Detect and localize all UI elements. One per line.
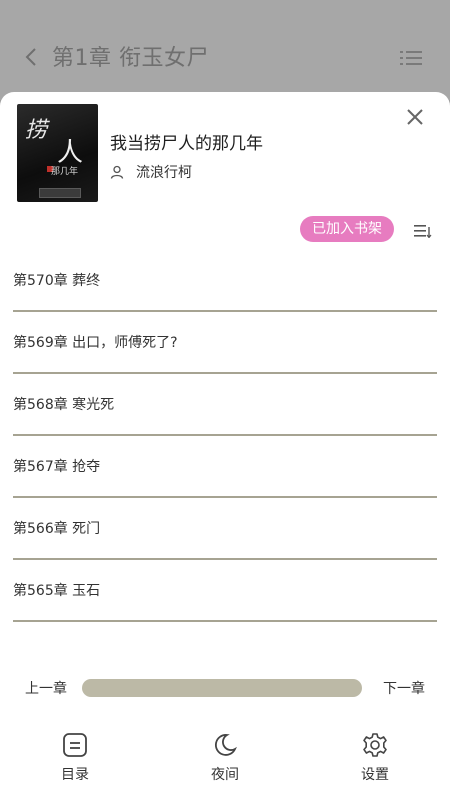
list-menu-icon[interactable] [400,48,422,68]
chapter-item[interactable]: 第569章 出口，师傅死了? [13,312,437,374]
book-title: 我当捞尸人的那几年 [110,134,263,154]
chapter-item[interactable]: 第567章 抢夺 [13,436,437,498]
nav-settings-label: 设置 [361,767,389,783]
catalog-icon [63,733,87,757]
close-icon[interactable] [406,108,424,126]
reader-top-bar: 第1章 衔玉女尸 [0,0,450,100]
chapter-progress-row: 上一章 下一章 [0,678,450,698]
chapter-item[interactable]: 第570章 葬终 [13,250,437,312]
chapter-title: 第1章 衔玉女尸 [52,46,209,71]
author-row: 流浪行柯 [110,162,192,182]
back-arrow-icon[interactable] [22,46,40,68]
bottom-nav: 目录 夜间 设置 [0,732,450,801]
next-chapter-button[interactable]: 下一章 [383,678,425,698]
author-name: 流浪行柯 [136,165,192,181]
catalog-sheet: 捞 人 那几年 我当捞尸人的那几年 流浪行柯 已加入书架 第570章 葬终 第5… [0,92,450,801]
nav-night[interactable]: 夜间 [195,732,255,784]
nav-catalog-label: 目录 [61,767,89,783]
chapter-item[interactable]: 第565章 玉石 [13,560,437,622]
cover-title-part3: 那几年 [51,167,79,177]
sort-order-icon[interactable] [414,224,432,238]
cover-title-part1: 捞 [25,118,48,143]
user-icon [110,165,124,179]
cover-author-plate [39,188,81,198]
chapter-item[interactable]: 第568章 寒光死 [13,374,437,436]
moon-icon [215,734,237,756]
prev-chapter-button[interactable]: 上一章 [25,678,67,698]
nav-settings[interactable]: 设置 [345,732,405,784]
book-cover[interactable]: 捞 人 那几年 [17,104,98,202]
nav-catalog[interactable]: 目录 [45,732,105,784]
nav-night-label: 夜间 [211,767,239,783]
chapter-progress-slider[interactable] [82,679,362,697]
chapter-list: 第570章 葬终 第569章 出口，师傅死了? 第568章 寒光死 第567章 … [13,250,437,622]
added-to-shelf-badge[interactable]: 已加入书架 [300,216,394,242]
gear-icon [363,733,387,757]
chapter-item[interactable]: 第566章 死门 [13,498,437,560]
